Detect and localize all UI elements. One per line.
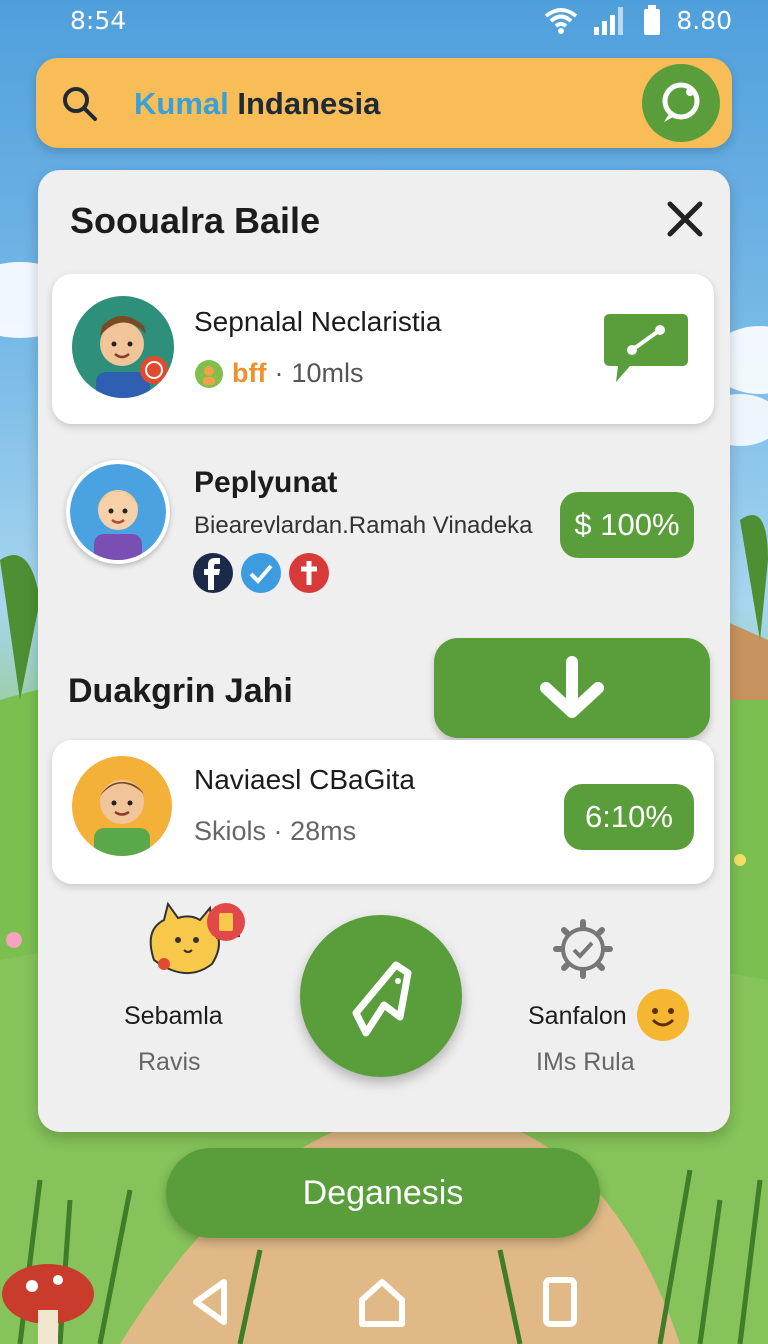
share-chat-button[interactable] bbox=[604, 308, 688, 386]
panel-title: Sooualra Baile bbox=[70, 200, 321, 241]
send-icon bbox=[352, 961, 412, 1037]
progress-badge[interactable]: 6:10% bbox=[564, 784, 694, 850]
meta-separator: · bbox=[273, 816, 283, 846]
action-left[interactable]: Sebamla Ravis bbox=[98, 896, 268, 1076]
action-right[interactable]: Sanfalon IMs Rula bbox=[508, 912, 708, 1092]
chat-search-icon bbox=[662, 82, 700, 122]
download-arrow-icon bbox=[540, 656, 604, 718]
contact-subtitle: Biearevlardan.Ramah Vinadeka bbox=[194, 512, 533, 539]
deganesis-button[interactable]: Deganesis bbox=[166, 1148, 600, 1238]
social-panel: Sooualra Baile Sepnalal Neclaristia bff … bbox=[38, 170, 730, 1132]
search-go-button[interactable] bbox=[642, 64, 720, 142]
download-button[interactable] bbox=[434, 638, 710, 738]
friend-avatar-icon bbox=[195, 359, 223, 388]
plus-badge-icon[interactable] bbox=[288, 552, 330, 594]
facebook-icon[interactable] bbox=[192, 552, 234, 594]
status-bar: 8:54 8.80 bbox=[0, 0, 768, 44]
avatar bbox=[66, 460, 170, 564]
contact-card[interactable]: Naviaesl CBaGita Skiols · 28ms 6:10% bbox=[52, 740, 714, 884]
contact-card[interactable]: Sepnalal Neclaristia bff · 10mls bbox=[52, 274, 714, 424]
signal-icon bbox=[594, 7, 624, 35]
boy-avatar-icon bbox=[94, 780, 150, 856]
social-icons bbox=[192, 552, 330, 594]
payment-badge[interactable]: $ 100% bbox=[560, 492, 694, 558]
wifi-icon bbox=[545, 8, 578, 34]
avatar bbox=[72, 756, 172, 856]
search-input[interactable]: Kumal Indanesia bbox=[134, 86, 380, 122]
contact-name: Peplyunat bbox=[194, 466, 338, 499]
close-icon[interactable] bbox=[662, 196, 708, 242]
search-icon[interactable] bbox=[60, 84, 100, 124]
notification-badge-icon bbox=[207, 903, 245, 941]
search-bar[interactable]: Kumal Indanesia bbox=[36, 58, 732, 148]
gear-icon bbox=[553, 919, 613, 979]
search-query-part1: Kumal bbox=[134, 86, 229, 121]
smiley-icon bbox=[637, 989, 689, 1041]
share-bubble-icon bbox=[604, 314, 688, 382]
avatar bbox=[72, 296, 174, 398]
last-active-time: 28ms bbox=[290, 816, 357, 846]
back-icon[interactable] bbox=[180, 1270, 244, 1334]
bff-tag: bff bbox=[232, 358, 267, 388]
recents-icon[interactable] bbox=[528, 1270, 592, 1334]
contact-name: Naviaesl CBaGita bbox=[194, 764, 415, 795]
contact-name: Sepnalal Neclaristia bbox=[194, 306, 442, 337]
battery-icon bbox=[644, 5, 661, 35]
check-badge-icon[interactable] bbox=[240, 552, 282, 594]
contact-detail: Skiols bbox=[194, 816, 267, 846]
contact-row[interactable]: Peplyunat Biearevlardan.Ramah Vinadeka $… bbox=[52, 452, 714, 602]
contact-meta: bff · 10mls bbox=[194, 358, 364, 389]
meta-separator: · bbox=[274, 358, 284, 388]
contact-meta: Skiols · 28ms bbox=[194, 816, 356, 847]
status-time: 8:54 bbox=[70, 6, 127, 35]
action-left-sub: Ravis bbox=[138, 1048, 201, 1076]
last-active-time: 10mls bbox=[291, 358, 364, 388]
action-right-label: Sanfalon bbox=[528, 1002, 627, 1030]
action-left-label: Sebamla bbox=[124, 1002, 223, 1030]
battery-level-text: 8.80 bbox=[676, 5, 732, 35]
home-icon[interactable] bbox=[350, 1270, 414, 1334]
girl-avatar-icon bbox=[70, 464, 166, 560]
boy-avatar-icon bbox=[96, 316, 168, 398]
action-right-sub: IMs Rula bbox=[536, 1048, 635, 1076]
navigation-bar bbox=[0, 1262, 768, 1344]
compose-fab[interactable] bbox=[300, 915, 462, 1077]
status-icons: 8.80 bbox=[544, 4, 732, 36]
section-title: Duakgrin Jahi bbox=[68, 672, 293, 710]
search-query-part2: Indanesia bbox=[237, 86, 381, 121]
